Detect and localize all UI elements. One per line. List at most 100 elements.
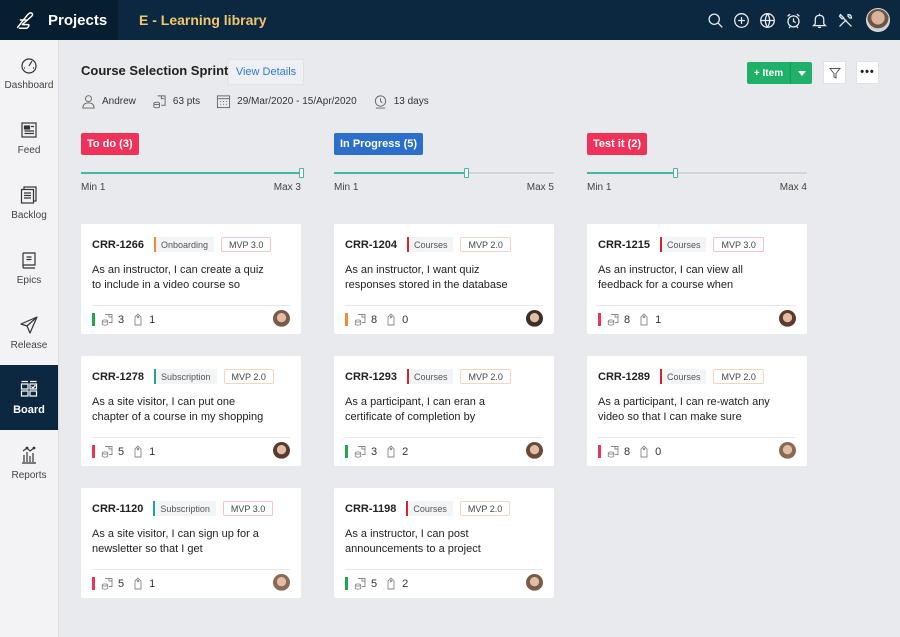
sprint-meta: Andrew 63 pts 29/Mar/2020 - 15/Apr/2020 … <box>81 94 445 109</box>
wip-labels: Min 1 Max 4 <box>587 182 807 193</box>
release-tag: MVP 2.0 <box>460 369 511 384</box>
card-description-line: As a site visitor, I can put one <box>92 396 236 408</box>
assignee-avatar[interactable] <box>779 442 796 459</box>
sprint-duration: 13 days <box>373 94 429 109</box>
sprint-title: Course Selection Sprint <box>81 63 229 78</box>
card-id[interactable]: CRR-1215 <box>598 239 650 251</box>
story-card[interactable]: CRR-1289 Courses MVP 2.0 As a participant, … <box>587 356 807 466</box>
subtask-icon <box>101 578 113 590</box>
board-icon <box>20 380 38 397</box>
sidebar-item-dashboard[interactable]: Dashboard <box>0 40 58 105</box>
search-icon[interactable] <box>702 0 728 40</box>
globe-icon[interactable] <box>754 0 780 40</box>
column-title-badge[interactable]: Test it (2) <box>587 133 648 155</box>
add-item-button[interactable]: + Item <box>747 62 791 84</box>
wip-slider-thumb[interactable] <box>464 168 469 178</box>
epic-tag: Courses <box>406 369 454 384</box>
calendar-icon <box>217 95 231 109</box>
sidebar-item-release[interactable]: Release <box>0 300 58 365</box>
more-icon: ••• <box>860 66 875 78</box>
tools-icon[interactable] <box>832 0 858 40</box>
sidebar-item-feed[interactable]: Feed <box>0 105 58 170</box>
view-details-button[interactable]: View Details <box>228 59 304 85</box>
card-description-line: As a instructor, I can post <box>345 528 469 540</box>
story-card[interactable]: CRR-1266 Onboarding MVP 3.0 As an instructo… <box>81 224 301 334</box>
card-id[interactable]: CRR-1204 <box>345 239 397 251</box>
sprint-points: 63 pts <box>152 94 200 109</box>
assignee-avatar[interactable] <box>273 310 290 327</box>
sidebar-item-reports[interactable]: Reports <box>0 430 58 495</box>
sidebar-item-backlog[interactable]: Backlog <box>0 170 58 235</box>
card-footer: 81 <box>598 313 669 326</box>
epic-tag: Courses <box>659 237 707 252</box>
attachment-count: 2 <box>402 445 409 458</box>
epic-tag: Courses <box>406 501 453 516</box>
user-icon <box>82 95 95 109</box>
column-title-badge[interactable]: In Progress (5) <box>334 133 424 155</box>
card-divider <box>598 437 796 438</box>
epic-tag: Courses <box>659 369 707 384</box>
add-circle-icon[interactable] <box>728 0 754 40</box>
filter-button[interactable] <box>823 61 846 84</box>
wip-limit-slider[interactable] <box>334 168 554 178</box>
assignee-avatar[interactable] <box>273 574 290 591</box>
card-header: CRR-1198 Courses MVP 2.0 <box>345 501 511 516</box>
sidebar-item-label: Release <box>10 339 48 351</box>
sidebar-item-board[interactable]: Board <box>0 365 58 430</box>
story-card[interactable]: CRR-1215 Courses MVP 3.0 As an instructor, … <box>587 224 807 334</box>
add-item-dropdown[interactable] <box>791 62 812 84</box>
card-header: CRR-1289 Courses MVP 2.0 <box>598 369 764 384</box>
story-card[interactable]: CRR-1120 Subscription MVP 3.0 As a site vis… <box>81 488 301 598</box>
story-card[interactable]: CRR-1278 Subscription MVP 2.0 As a site vis… <box>81 356 301 466</box>
card-description: As an instructor, I can create a quiz to … <box>92 263 292 293</box>
wip-slider-thumb[interactable] <box>673 168 678 178</box>
priority-indicator <box>598 313 601 326</box>
bell-icon[interactable] <box>806 0 832 40</box>
wip-max-label: Max 5 <box>526 182 554 193</box>
card-id[interactable]: CRR-1198 <box>345 503 396 515</box>
add-item-button-group: + Item <box>747 62 812 84</box>
assignee-avatar[interactable] <box>273 442 290 459</box>
card-id[interactable]: CRR-1278 <box>92 371 144 383</box>
paper-plane-icon <box>20 315 38 334</box>
wip-slider-thumb[interactable] <box>299 168 304 178</box>
assignee-avatar[interactable] <box>526 310 543 327</box>
feed-icon <box>21 121 37 138</box>
priority-indicator <box>92 313 95 326</box>
card-footer: 51 <box>92 577 163 590</box>
gauge-icon <box>21 57 37 74</box>
card-header: CRR-1120 Subscription MVP 3.0 <box>92 501 274 516</box>
priority-indicator <box>598 445 601 458</box>
card-description-line: As an instructor, I can create a quiz <box>92 264 264 276</box>
card-id[interactable]: CRR-1266 <box>92 239 144 251</box>
epic-tag: Subscription <box>153 501 216 516</box>
sprint-owner: Andrew <box>81 94 136 109</box>
assignee-avatar[interactable] <box>526 442 543 459</box>
sidebar-item-label: Dashboard <box>4 79 54 91</box>
story-card[interactable]: CRR-1204 Courses MVP 2.0 As an instructor, … <box>334 224 554 334</box>
card-description: As a site visitor, I can sign up for a ne… <box>92 527 292 557</box>
subtask-count: 3 <box>371 445 378 458</box>
sidebar-item-label: Reports <box>11 469 47 481</box>
wip-limit-slider[interactable] <box>81 168 304 178</box>
story-card[interactable]: CRR-1293 Courses MVP 2.0 As a participant, … <box>334 356 554 466</box>
card-description-line: newsletter so that I get <box>92 543 203 555</box>
more-options-button[interactable]: ••• <box>856 61 879 84</box>
story-card[interactable]: CRR-1198 Courses MVP 2.0 As a instructor, I… <box>334 488 554 598</box>
subtask-icon <box>101 314 113 326</box>
card-description: As a instructor, I can post announcements… <box>345 527 545 557</box>
assignee-avatar[interactable] <box>526 574 543 591</box>
sidebar-item-epics[interactable]: Epics <box>0 235 58 300</box>
wip-limit-slider[interactable] <box>587 168 807 178</box>
attachment-count: 1 <box>149 577 156 590</box>
card-id[interactable]: CRR-1289 <box>598 371 650 383</box>
user-avatar[interactable] <box>866 8 890 32</box>
assignee-avatar[interactable] <box>779 310 796 327</box>
project-name[interactable]: E - Learning library <box>139 12 267 28</box>
projects-home-link[interactable]: Projects <box>0 0 118 40</box>
column-title-badge[interactable]: To do (3) <box>81 133 139 155</box>
card-divider <box>345 305 543 306</box>
alarm-clock-icon[interactable] <box>780 0 806 40</box>
card-id[interactable]: CRR-1120 <box>92 503 143 515</box>
card-id[interactable]: CRR-1293 <box>345 371 397 383</box>
